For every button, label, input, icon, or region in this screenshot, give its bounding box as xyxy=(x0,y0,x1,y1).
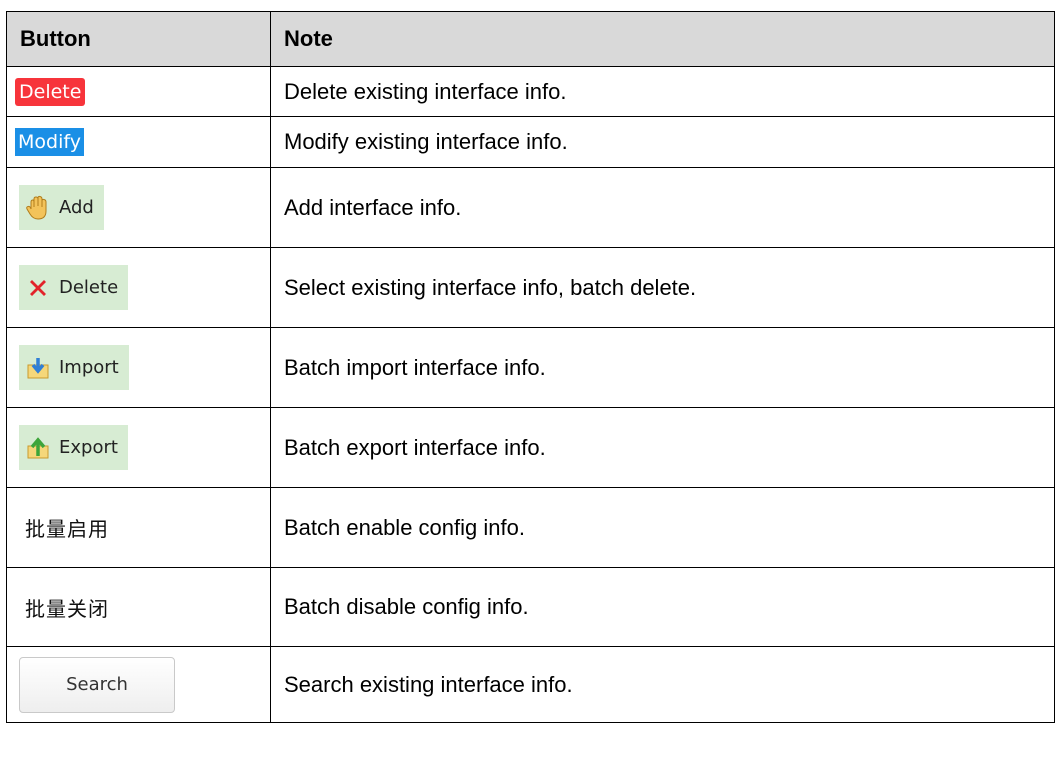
note-cell: Add interface info. xyxy=(270,167,1055,248)
add-button[interactable]: Add xyxy=(19,185,104,230)
delete-button[interactable]: Delete xyxy=(15,77,86,106)
button-cell: Export xyxy=(6,407,271,488)
export-icon xyxy=(25,435,51,461)
note-cell: Batch import interface info. xyxy=(270,327,1055,408)
button-cell: Modify xyxy=(6,116,271,168)
export-label: Export xyxy=(59,437,118,458)
note-cell: Search existing interface info. xyxy=(270,646,1055,723)
button-cell: Delete xyxy=(6,247,271,328)
button-cell: 批量启用 xyxy=(6,487,271,568)
search-button[interactable]: Search xyxy=(19,656,175,713)
import-icon xyxy=(25,355,51,381)
table-row: Delete Delete existing interface info. xyxy=(6,66,1055,117)
import-label: Import xyxy=(59,357,119,378)
hand-icon xyxy=(25,195,51,221)
batch-delete-button[interactable]: Delete xyxy=(19,265,129,310)
note-cell: Batch export interface info. xyxy=(270,407,1055,488)
red-x-icon xyxy=(25,275,51,301)
batch-enable-button[interactable]: 批量启用 xyxy=(25,517,109,541)
add-button-label: Add xyxy=(59,197,94,218)
button-cell: Import xyxy=(6,327,271,408)
table-row: Export Batch export interface info. xyxy=(6,407,1055,488)
button-note-table: Button Note Delete Delete existing inter… xyxy=(6,11,1055,723)
table-header-row: Button Note xyxy=(6,11,1055,67)
button-cell: 批量关闭 xyxy=(6,567,271,647)
table-row: Search Search existing interface info. xyxy=(6,646,1055,723)
modify-button[interactable]: Modify xyxy=(15,128,84,156)
note-cell: Batch disable config info. xyxy=(270,567,1055,647)
table-row: Add Add interface info. xyxy=(6,167,1055,248)
button-cell: Delete xyxy=(6,66,271,117)
table-row: Import Batch import interface info. xyxy=(6,327,1055,408)
header-note: Note xyxy=(270,11,1055,67)
button-cell: Search xyxy=(6,646,271,723)
batch-disable-button[interactable]: 批量关闭 xyxy=(25,597,109,621)
batch-delete-label: Delete xyxy=(59,277,119,298)
note-cell: Delete existing interface info. xyxy=(270,66,1055,117)
table-row: 批量关闭 Batch disable config info. xyxy=(6,567,1055,647)
header-button: Button xyxy=(6,11,271,67)
note-cell: Batch enable config info. xyxy=(270,487,1055,568)
table-row: Delete Select existing interface info, b… xyxy=(6,247,1055,328)
table-row: Modify Modify existing interface info. xyxy=(6,116,1055,168)
note-cell: Modify existing interface info. xyxy=(270,116,1055,168)
import-button[interactable]: Import xyxy=(19,345,129,390)
button-cell: Add xyxy=(6,167,271,248)
export-button[interactable]: Export xyxy=(19,425,128,470)
note-cell: Select existing interface info, batch de… xyxy=(270,247,1055,328)
table-row: 批量启用 Batch enable config info. xyxy=(6,487,1055,568)
